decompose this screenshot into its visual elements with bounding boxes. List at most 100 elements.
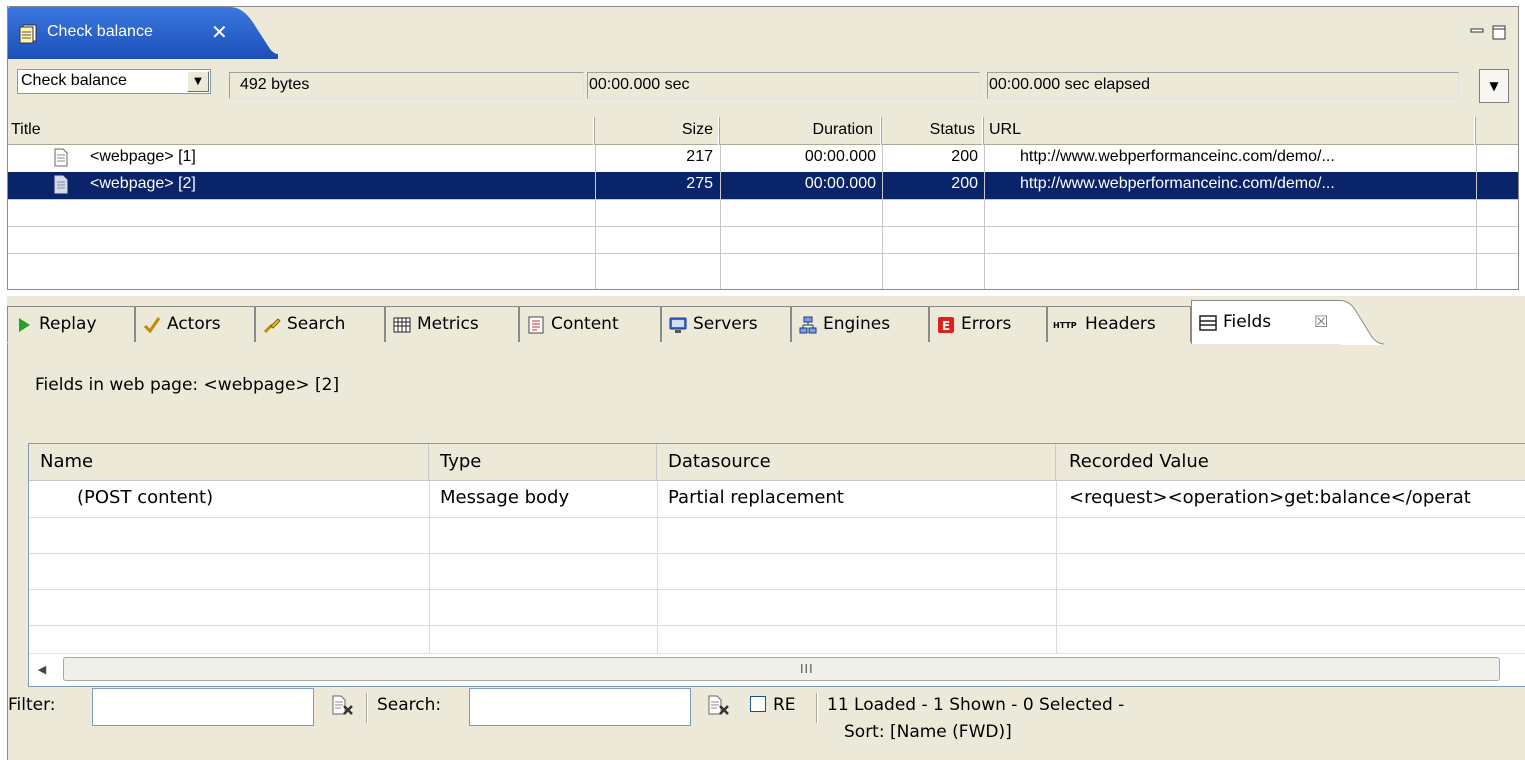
field-datasource: Partial replacement <box>668 487 844 508</box>
table-row[interactable]: <webpage> [1] 217 00:00.000 200 http://w… <box>8 145 1518 172</box>
content-icon <box>528 316 544 334</box>
document-icon <box>19 24 37 44</box>
tab-replay-label: Replay <box>39 314 97 334</box>
engines-icon <box>799 316 817 334</box>
play-icon <box>19 318 30 332</box>
page-icon <box>54 175 68 194</box>
row-size: 217 <box>686 148 713 165</box>
tab-servers[interactable]: Servers <box>661 306 791 342</box>
duration-field: 00:00.000 sec <box>587 72 980 99</box>
row-size: 275 <box>686 175 713 192</box>
search-icon <box>263 318 281 334</box>
editor-tab-check-balance[interactable]: Check balance ✕ <box>8 7 278 59</box>
horizontal-scrollbar[interactable]: ◀ III <box>29 653 1525 686</box>
column-header-type[interactable]: Type <box>429 444 657 481</box>
maximize-icon[interactable] <box>1492 25 1507 40</box>
column-header-recorded-value[interactable]: Recorded Value <box>1056 444 1525 481</box>
errors-icon: E <box>938 317 954 333</box>
servers-icon <box>669 317 687 333</box>
metrics-icon <box>393 317 411 333</box>
row-url: http://www.webperformanceinc.com/demo/..… <box>1020 148 1335 165</box>
testcase-select-value: Check balance <box>21 72 127 89</box>
elapsed-field: 00:00.000 sec elapsed <box>987 72 1459 99</box>
minimize-icon[interactable] <box>1470 25 1485 40</box>
tab-fields[interactable]: Fields ☒ <box>1191 300 1384 345</box>
tab-content[interactable]: Content <box>519 306 661 342</box>
regex-checkbox[interactable] <box>750 696 766 712</box>
tab-headers[interactable]: HTTP Headers <box>1047 306 1191 342</box>
field-recorded-value: <request><operation>get:balance</operat <box>1069 487 1471 508</box>
tab-engines-label: Engines <box>823 314 891 334</box>
tab-errors[interactable]: E Errors <box>929 306 1047 342</box>
table-row[interactable]: (POST content) Message body Partial repl… <box>29 481 1525 517</box>
column-header-status[interactable]: Status <box>882 117 984 145</box>
checkmark-icon <box>143 317 161 334</box>
table-row-selected[interactable]: <webpage> [2] 275 00:00.000 200 http://w… <box>8 172 1518 199</box>
search-input[interactable] <box>469 688 691 726</box>
editor-pane: Check balance ✕ Check balance ▼ 492 byte… <box>7 6 1519 290</box>
tab-errors-label: Errors <box>961 314 1012 334</box>
editor-tab-bar: Check balance ✕ <box>8 7 1518 59</box>
close-icon[interactable]: ☒ <box>1314 312 1328 331</box>
row-duration: 00:00.000 <box>804 148 876 165</box>
column-header-size[interactable]: Size <box>595 117 720 145</box>
column-header-title[interactable]: Title <box>8 117 595 145</box>
fields-icon <box>1199 315 1217 331</box>
svg-text:E: E <box>942 319 950 333</box>
tab-actors-label: Actors <box>167 314 221 334</box>
editor-toolbar: Check balance ▼ 492 bytes 00:00.000 sec … <box>11 69 1515 103</box>
column-header-url[interactable]: URL <box>984 117 1476 145</box>
tab-fields-label: Fields <box>1223 312 1272 332</box>
row-title: <webpage> [2] <box>90 175 196 192</box>
tab-metrics[interactable]: Metrics <box>385 306 519 342</box>
fields-view: Replay Actors Search Metrics Content Ser… <box>7 296 1525 760</box>
column-header-name[interactable]: Name <box>29 444 429 481</box>
field-name: (POST content) <box>77 487 214 508</box>
scroll-left-arrow-icon[interactable]: ◀ <box>33 660 51 678</box>
filter-label: Filter: <box>8 695 56 715</box>
close-icon[interactable]: ✕ <box>211 20 228 44</box>
testcase-select[interactable]: Check balance ▼ <box>17 69 211 94</box>
scrollbar-grip: III <box>800 662 814 676</box>
field-type: Message body <box>440 487 570 508</box>
scrollbar-thumb[interactable]: III <box>63 657 1500 681</box>
fields-panel: Fields in web page: <webpage> [2] Name T… <box>7 343 1525 760</box>
fields-table-header: Name Type Datasource Recorded Value <box>29 444 1525 481</box>
chevron-down-icon[interactable]: ▼ <box>187 71 209 92</box>
filter-input[interactable] <box>92 688 314 726</box>
row-duration: 00:00.000 <box>804 175 876 192</box>
view-tab-bar: Replay Actors Search Metrics Content Ser… <box>7 296 1525 345</box>
fields-caption: Fields in web page: <webpage> [2] <box>35 375 340 395</box>
row-status: 200 <box>951 175 978 192</box>
editor-tab-title: Check balance <box>47 23 153 40</box>
tab-replay[interactable]: Replay <box>7 306 135 342</box>
tab-search[interactable]: Search <box>255 306 385 342</box>
svg-text:HTTP: HTTP <box>1053 321 1077 330</box>
search-label: Search: <box>377 695 442 715</box>
tab-servers-label: Servers <box>693 314 758 334</box>
status-sort: Sort: [Name (FWD)] <box>844 722 1012 742</box>
tab-engines[interactable]: Engines <box>791 306 929 342</box>
webpage-table-header: Title Size Duration Status URL <box>8 117 1518 145</box>
status-counts: 11 Loaded - 1 Shown - 0 Selected - <box>827 695 1125 715</box>
row-status: 200 <box>951 148 978 165</box>
tab-metrics-label: Metrics <box>417 314 479 334</box>
tab-actors[interactable]: Actors <box>135 306 255 342</box>
regex-label: RE <box>773 695 796 715</box>
row-url: http://www.webperformanceinc.com/demo/..… <box>1020 175 1335 192</box>
tab-search-label: Search <box>287 314 346 334</box>
filter-bar: Filter: Search: RE 11 Loaded - 1 Shown -… <box>8 683 1525 753</box>
clear-filter-icon[interactable] <box>332 695 354 715</box>
fields-table: Name Type Datasource Recorded Value (POS… <box>28 443 1525 687</box>
tab-content-label: Content <box>551 314 619 334</box>
clear-search-icon[interactable] <box>708 695 730 715</box>
column-header-datasource[interactable]: Datasource <box>657 444 1056 481</box>
tab-headers-label: Headers <box>1085 314 1156 334</box>
view-menu-button[interactable]: ▼ <box>1479 69 1509 103</box>
row-title: <webpage> [1] <box>90 148 196 165</box>
webpage-table: Title Size Duration Status URL <webpage>… <box>8 117 1518 289</box>
size-field: 492 bytes <box>229 72 584 99</box>
page-icon <box>54 148 68 167</box>
column-header-duration[interactable]: Duration <box>720 117 882 145</box>
http-icon: HTTP <box>1053 321 1077 330</box>
